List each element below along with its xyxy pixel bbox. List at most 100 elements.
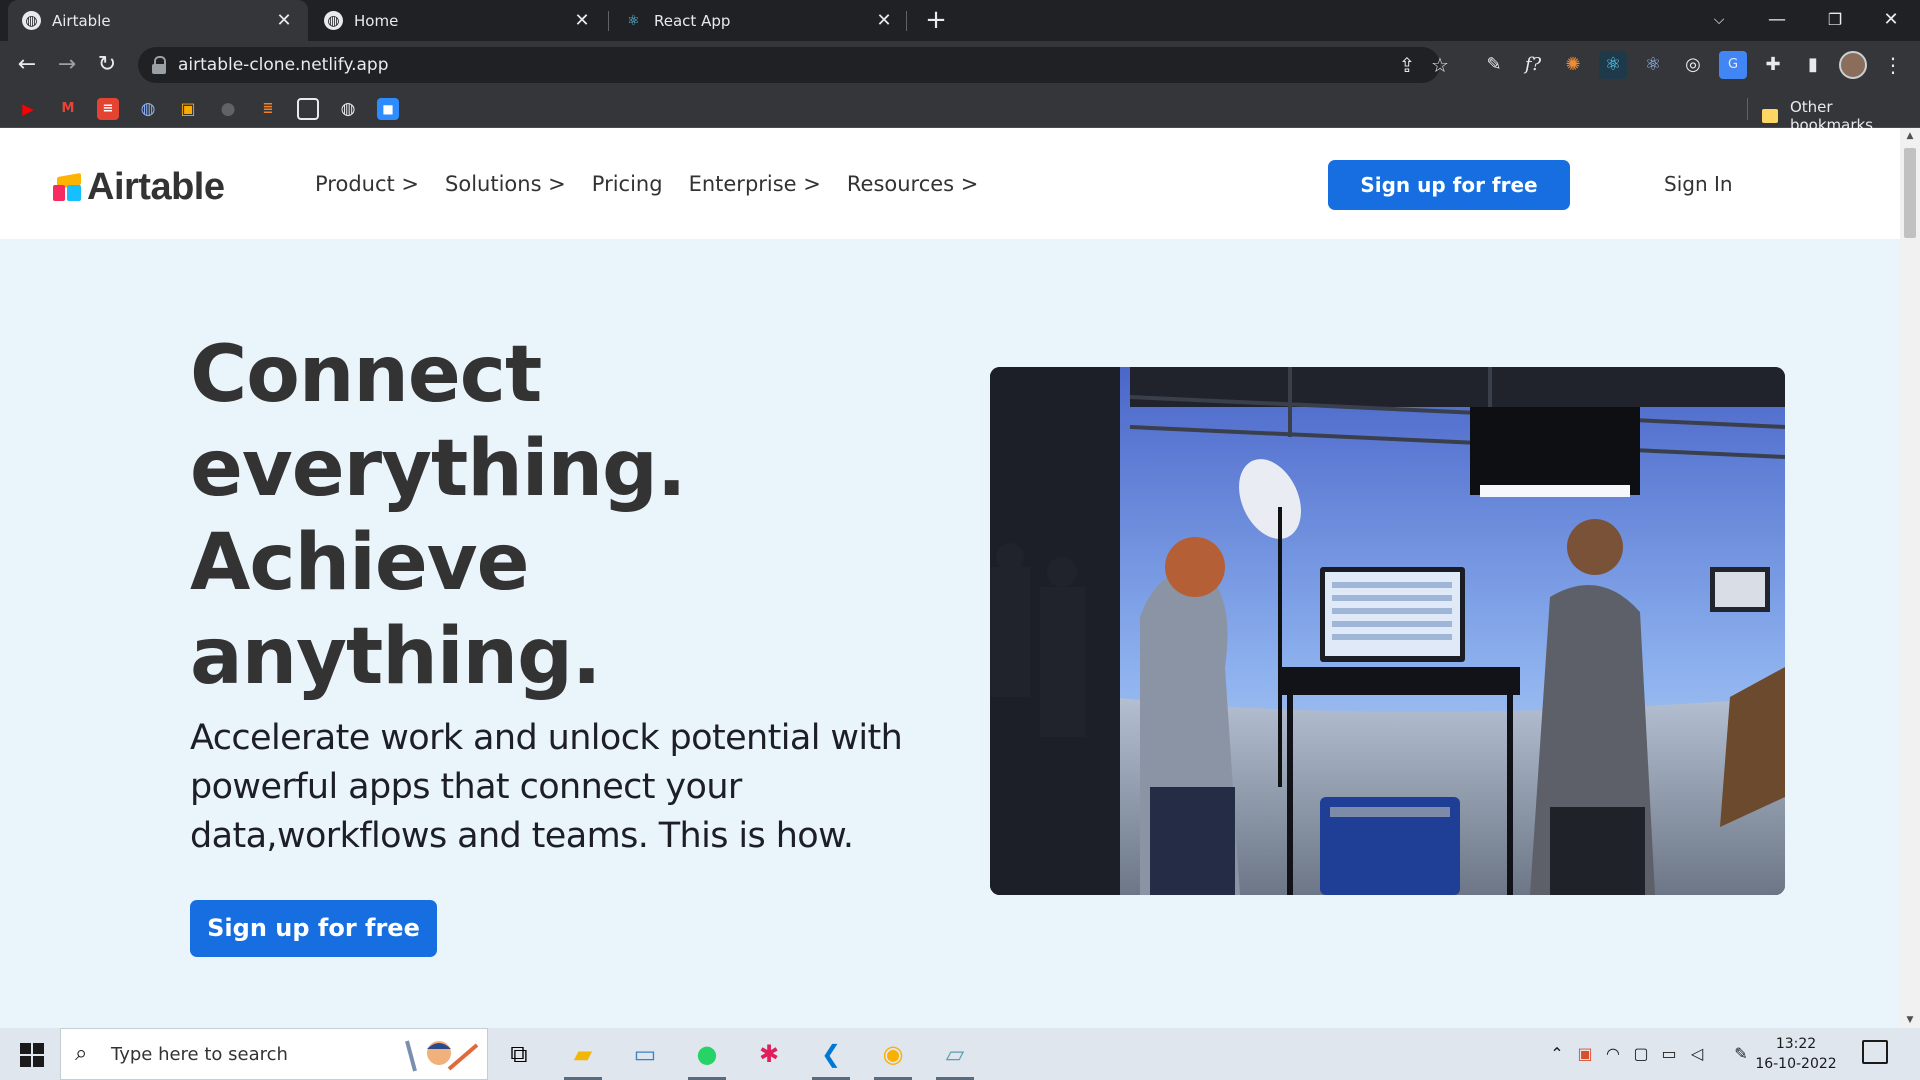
profile-avatar[interactable] xyxy=(1839,51,1867,79)
system-clock[interactable]: 13:22 16-10-2022 xyxy=(1752,1034,1840,1074)
nav-resources[interactable]: Resources > xyxy=(847,172,979,196)
tab-airtable[interactable]: ◍ Airtable ✕ xyxy=(8,0,308,41)
search-highlight-art xyxy=(405,1040,479,1072)
windows-start-icon[interactable] xyxy=(10,1038,50,1070)
desktop-app-icon[interactable]: ▭ xyxy=(618,1028,672,1080)
extension-formula-icon[interactable]: f? xyxy=(1519,51,1547,79)
clock-date: 16-10-2022 xyxy=(1755,1056,1837,1072)
react-icon: ⚛ xyxy=(627,12,640,29)
close-icon[interactable]: ✕ xyxy=(572,10,592,31)
nav-pricing[interactable]: Pricing xyxy=(592,172,663,196)
main-nav: Product > Solutions > Pricing Enterprise… xyxy=(315,172,1004,196)
globe-icon: ◍ xyxy=(324,11,343,30)
windows-taskbar: ⌕ Type here to search ⧉ ▰ ▭ ● ✱ ❮ ◉ ▱ ⌃ … xyxy=(0,1028,1920,1080)
vscode-icon[interactable]: ❮ xyxy=(804,1028,858,1080)
show-hidden-icons[interactable]: ⌃ xyxy=(1544,1028,1570,1080)
tab-title: React App xyxy=(654,11,731,30)
extension-redux-icon[interactable]: ⚛ xyxy=(1639,51,1667,79)
address-bar[interactable]: airtable-clone.netlify.app ⇪ ☆ xyxy=(138,47,1449,83)
battery-icon[interactable]: ▭ xyxy=(1656,1028,1682,1080)
notification-center-icon[interactable] xyxy=(1862,1040,1888,1064)
signin-link[interactable]: Sign In xyxy=(1664,172,1733,196)
browser-toolbar: ← → ↻ airtable-clone.netlify.app ⇪ ☆ ✎ f… xyxy=(0,41,1920,89)
stackoverflow-icon[interactable]: ≣ xyxy=(257,98,279,120)
extension-cookie-icon[interactable]: ✺ xyxy=(1559,51,1587,79)
scroll-down-icon[interactable]: ▼ xyxy=(1900,1012,1920,1028)
menu-kebab-icon[interactable]: ⋮ xyxy=(1879,51,1907,79)
hero-title: Connect everything. Achieve anything. xyxy=(190,328,950,704)
tab-divider xyxy=(906,11,907,31)
signup-button-hero[interactable]: Sign up for free xyxy=(190,900,437,957)
tab-home[interactable]: ◍ Home ✕ xyxy=(310,0,606,41)
youtube-icon[interactable]: ▶ xyxy=(17,98,39,120)
search-placeholder: Type here to search xyxy=(111,1044,288,1065)
world-icon[interactable]: ◍ xyxy=(337,98,359,120)
folder-icon xyxy=(1762,109,1778,123)
task-view-icon[interactable]: ⧉ xyxy=(492,1028,546,1080)
page-scrollbar[interactable]: ▲ ▼ xyxy=(1900,128,1920,1028)
back-icon[interactable]: ← xyxy=(9,47,45,83)
tab-search-icon[interactable]: ⌵ xyxy=(1690,0,1748,41)
scroll-up-icon[interactable]: ▲ xyxy=(1900,128,1920,144)
extensions-puzzle-icon[interactable]: ✚ xyxy=(1759,51,1787,79)
close-icon[interactable]: ✕ xyxy=(874,10,894,31)
plus-icon[interactable]: + xyxy=(920,4,952,36)
blank-page-icon[interactable] xyxy=(297,98,319,120)
airtable-logo[interactable]: Airtable xyxy=(53,166,225,209)
wifi-icon[interactable]: ◠ xyxy=(1600,1028,1626,1080)
lock-bookmark-icon[interactable]: ▣ xyxy=(177,98,199,120)
close-icon[interactable]: ✕ xyxy=(274,10,294,31)
minimize-icon[interactable]: — xyxy=(1748,0,1806,41)
chrome-icon[interactable]: ◉ xyxy=(866,1028,920,1080)
todoist-icon[interactable]: ≡ xyxy=(97,98,119,120)
search-icon: ⌕ xyxy=(75,1041,88,1066)
hero-photo xyxy=(990,367,1785,895)
extension-translate-icon[interactable]: G xyxy=(1719,51,1747,79)
gmail-icon[interactable]: M xyxy=(57,98,79,120)
signup-button-header[interactable]: Sign up for free xyxy=(1328,160,1570,210)
tab-react-app[interactable]: ⚛ React App ✕ xyxy=(610,0,908,41)
globe-bookmark-icon[interactable]: ◍ xyxy=(137,98,159,120)
hero-subtitle: Accelerate work and unlock potential wit… xyxy=(190,718,903,856)
forward-icon[interactable]: → xyxy=(49,47,85,83)
url-text: airtable-clone.netlify.app xyxy=(178,55,389,75)
nav-enterprise[interactable]: Enterprise > xyxy=(689,172,821,196)
screen-capture-icon[interactable]: ▢ xyxy=(1628,1028,1654,1080)
hero-title-line: Connect xyxy=(190,330,542,420)
reload-icon[interactable]: ↻ xyxy=(89,47,125,83)
tray-app-icon[interactable]: ▣ xyxy=(1572,1028,1598,1080)
file-explorer-icon[interactable]: ▰ xyxy=(556,1028,610,1080)
pen-workspace-icon[interactable]: ✎ xyxy=(1728,1028,1754,1080)
volume-icon[interactable]: ◁ xyxy=(1684,1028,1710,1080)
tab-divider xyxy=(608,11,609,31)
extension-react-devtools-icon[interactable]: ⚛ xyxy=(1599,51,1627,79)
star-icon[interactable]: ☆ xyxy=(1425,47,1455,83)
tab-title: Home xyxy=(354,11,399,30)
restore-icon[interactable]: ❐ xyxy=(1806,0,1864,41)
hero-title-line: Achieve xyxy=(190,518,530,608)
share-icon[interactable]: ⇪ xyxy=(1392,47,1422,83)
taskbar-search[interactable]: ⌕ Type here to search xyxy=(60,1028,488,1080)
nav-solutions[interactable]: Solutions > xyxy=(445,172,566,196)
scroll-thumb[interactable] xyxy=(1904,148,1916,238)
tab-strip: ◍ Airtable ✕ ◍ Home ✕ ⚛ React App ✕ + ⌵ … xyxy=(0,0,1920,41)
lock-icon xyxy=(152,55,166,75)
zoom-icon[interactable]: ■ xyxy=(377,98,399,120)
hero-title-line: everything. xyxy=(190,424,687,514)
window-close-icon[interactable]: ✕ xyxy=(1862,0,1920,41)
whatsapp-icon[interactable]: ● xyxy=(680,1028,734,1080)
side-panel-icon[interactable]: ▮ xyxy=(1799,51,1827,79)
nav-product[interactable]: Product > xyxy=(315,172,419,196)
extension-pen-icon[interactable]: ✎ xyxy=(1480,51,1508,79)
bookmarks-divider xyxy=(1747,98,1748,120)
hero-title-line: anything. xyxy=(190,612,602,702)
notes-app-icon[interactable]: ▱ xyxy=(928,1028,982,1080)
github-icon[interactable]: ● xyxy=(217,98,239,120)
extension-target-icon[interactable]: ◎ xyxy=(1679,51,1707,79)
site-header: Airtable Product > Solutions > Pricing E… xyxy=(0,128,1900,239)
airtable-logo-mark xyxy=(53,172,85,203)
page-viewport: Airtable Product > Solutions > Pricing E… xyxy=(0,128,1920,1028)
slack-icon[interactable]: ✱ xyxy=(742,1028,796,1080)
bookmarks-bar: ▶ M ≡ ◍ ▣ ● ≣ ◍ ■ Other bookmarks xyxy=(0,89,1920,134)
clock-time: 13:22 xyxy=(1775,1036,1817,1052)
